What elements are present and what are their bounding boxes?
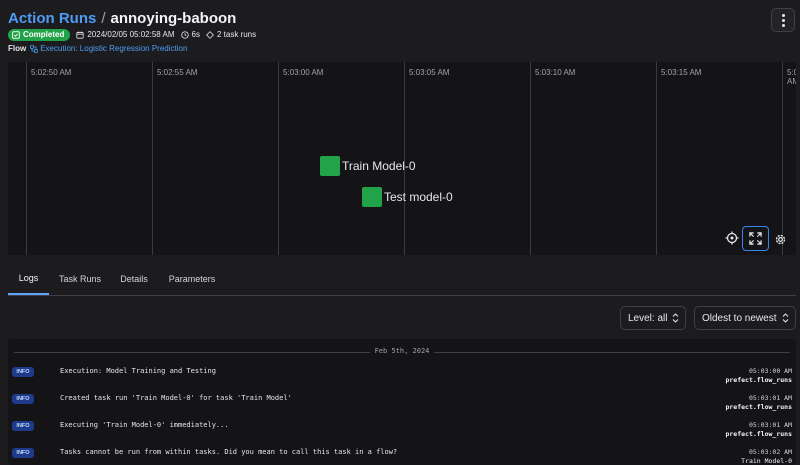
log-level-badge: INFO xyxy=(12,367,34,377)
chevron-up-down-icon xyxy=(672,313,679,323)
flow-label: Flow xyxy=(8,44,27,53)
flow-link[interactable]: Execution: Logistic Regression Predictio… xyxy=(30,44,187,53)
log-level-badge: INFO xyxy=(12,394,34,404)
timeline-tick-label: 5:03:10 AM xyxy=(535,68,576,77)
tab-details[interactable]: Details xyxy=(114,262,154,295)
task-node-label: Test model-0 xyxy=(384,190,453,204)
log-level-value: Level: all xyxy=(628,312,668,324)
tab-parameters[interactable]: Parameters xyxy=(164,262,220,295)
tab-task-runs[interactable]: Task Runs xyxy=(54,262,106,295)
log-entry: INFO Executing 'Train Model-0' immediate… xyxy=(8,421,796,443)
duration-text: 6s xyxy=(191,30,200,39)
task-node-train-model[interactable]: Train Model-0 xyxy=(320,156,416,176)
run-meta: Completed 2024/02/05 05:02:58 AM 6s 2 ta… xyxy=(8,28,256,41)
status-text: Completed xyxy=(23,30,65,39)
settings-button[interactable] xyxy=(772,231,788,247)
log-entry: INFO Tasks cannot be run from within tas… xyxy=(8,448,796,465)
breadcrumb: Action Runs / annoying-baboon xyxy=(8,8,236,28)
divider-line xyxy=(434,352,790,353)
breadcrumb-separator: / xyxy=(101,9,106,27)
chevron-up-down-icon xyxy=(782,313,789,323)
task-node-state-box xyxy=(320,156,340,176)
log-message: Executing 'Train Model-0' immediately... xyxy=(60,421,229,429)
timeline-gridline xyxy=(530,62,531,255)
flow-info: Flow Execution: Logistic Regression Pred… xyxy=(8,43,187,54)
fullscreen-button[interactable] xyxy=(742,226,769,251)
log-message: Execution: Model Training and Testing xyxy=(60,367,216,375)
tab-bar: Logs Task Runs Details Parameters xyxy=(8,262,796,296)
log-entry: INFO Execution: Model Training and Testi… xyxy=(8,367,796,389)
timeline-gridline xyxy=(26,62,27,255)
timeline-tick-label: 5:03:15 AM xyxy=(661,68,702,77)
log-timestamp: 05:03:02 AM xyxy=(748,448,792,456)
log-message: Tasks cannot be run from within tasks. D… xyxy=(60,448,398,456)
kebab-dot xyxy=(781,23,785,27)
log-level-badge: INFO xyxy=(12,421,34,431)
log-message: Created task run 'Train Model-0' for tas… xyxy=(60,394,292,402)
more-options-button[interactable] xyxy=(771,8,795,32)
calendar-icon xyxy=(76,30,84,39)
task-runs-icon xyxy=(206,30,214,39)
log-source: prefect.flow_runs xyxy=(725,430,792,438)
timeline-tick-label: 5:03:00 AM xyxy=(283,68,324,77)
log-entry: INFO Created task run 'Train Model-0' fo… xyxy=(8,394,796,416)
log-date-divider: Feb 5th, 2024 xyxy=(14,347,790,357)
flow-icon xyxy=(30,44,38,53)
task-node-state-box xyxy=(362,187,382,207)
check-square-icon xyxy=(12,30,20,39)
gear-icon xyxy=(775,234,785,244)
kebab-dot xyxy=(781,13,785,17)
timeline-gridline xyxy=(656,62,657,255)
log-panel: Feb 5th, 2024 INFO Execution: Model Trai… xyxy=(8,339,796,465)
log-timestamp: 05:03:01 AM xyxy=(748,421,792,429)
log-sort-value: Oldest to newest xyxy=(702,312,777,324)
page-title: annoying-baboon xyxy=(110,9,237,27)
expand-icon xyxy=(749,232,762,245)
timeline-graph[interactable]: 5:02:50 AM 5:02:55 AM 5:03:00 AM 5:03:05… xyxy=(8,62,796,255)
timeline-tick-label: 5:02:55 AM xyxy=(157,68,198,77)
task-runs-count: 2 task runs xyxy=(206,30,256,39)
crosshair-icon xyxy=(725,231,739,245)
log-timestamp: 05:03:00 AM xyxy=(748,367,792,375)
timeline-gridline xyxy=(152,62,153,255)
tab-logs[interactable]: Logs xyxy=(8,262,49,295)
timeline-tick-label: 5:03:05 AM xyxy=(409,68,450,77)
recenter-button[interactable] xyxy=(724,230,740,246)
log-source: prefect.flow_runs xyxy=(725,376,792,384)
log-source: Train Model-0 xyxy=(741,457,792,465)
kebab-dot xyxy=(781,18,785,22)
start-date-text: 2024/02/05 05:02:58 AM xyxy=(87,30,175,39)
log-level-badge: INFO xyxy=(12,448,34,458)
flow-name: Execution: Logistic Regression Predictio… xyxy=(40,44,188,53)
log-sort-select[interactable]: Oldest to newest xyxy=(694,306,796,330)
task-node-test-model[interactable]: Test model-0 xyxy=(362,187,453,207)
duration: 6s xyxy=(180,30,200,39)
log-timestamp: 05:03:01 AM xyxy=(748,394,792,402)
clock-icon xyxy=(180,30,189,39)
log-source: prefect.flow_runs xyxy=(725,403,792,411)
timeline-gridline xyxy=(782,62,783,255)
start-date: 2024/02/05 05:02:58 AM xyxy=(76,30,175,39)
timeline-tick-label: 5:02:50 AM xyxy=(31,68,72,77)
task-node-label: Train Model-0 xyxy=(342,159,416,173)
log-level-select[interactable]: Level: all xyxy=(620,306,686,330)
log-date-label: Feb 5th, 2024 xyxy=(374,347,430,355)
timeline-gridline xyxy=(278,62,279,255)
status-badge: Completed xyxy=(8,28,71,41)
task-runs-text: 2 task runs xyxy=(216,30,257,39)
timeline-tick-label: 5:03:20 AM xyxy=(787,68,796,86)
breadcrumb-action-runs-link[interactable]: Action Runs xyxy=(8,10,96,27)
